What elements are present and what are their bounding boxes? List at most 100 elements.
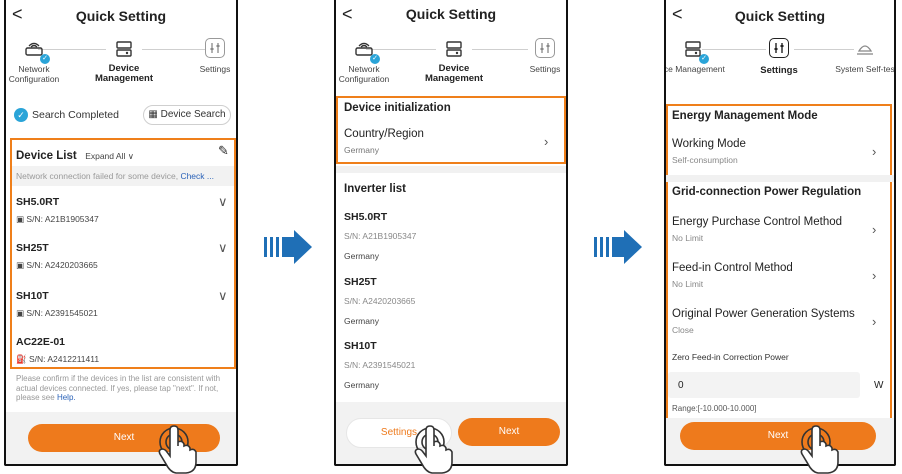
section-title: Device initialization — [344, 102, 451, 114]
header: < Quick Setting — [336, 0, 566, 34]
list-item[interactable]: SH5.0RT ▣ S/N: A21B1905347 — [16, 196, 99, 225]
list-item[interactable]: SH10T ▣ S/N: A2391545021 — [16, 290, 98, 319]
router-icon: ✓ — [353, 38, 380, 64]
divider — [666, 175, 894, 182]
step-label: Network Configuration — [338, 64, 390, 84]
sn-icon: ▣ — [16, 308, 25, 318]
phone-screen-device-initialization: < Quick Setting ✓ Network Configuration … — [334, 0, 568, 466]
sliders-icon — [769, 38, 789, 58]
step-label: Device Management — [94, 63, 154, 84]
feedin-control-value: No Limit — [672, 279, 704, 289]
list-item: SH5.0RT S/N: A21B1905347 Germany — [344, 211, 416, 261]
device-name: AC22E-01 — [16, 336, 66, 348]
range-hint: Range:[-10.000-10.000] — [672, 404, 757, 413]
sn-icon: ▣ — [16, 214, 25, 224]
chevron-down-icon[interactable]: ∨ — [218, 240, 228, 256]
device-name: SH10T — [16, 290, 49, 302]
page-title: Quick Setting — [75, 8, 167, 24]
right-arrow-icon — [594, 230, 642, 264]
section-title: Energy Management Mode — [672, 110, 818, 122]
step-label: System Self-tes — [835, 64, 895, 74]
inverter-name: SH25T — [344, 276, 377, 288]
warning-text: Network connection failed for some devic… — [16, 171, 214, 181]
device-sn: S/N: A2412211411 — [28, 354, 100, 364]
step-network-configuration: ✓ Network Configuration — [6, 38, 62, 84]
step-device-management: Device Management — [420, 38, 488, 84]
zero-feedin-label: Zero Feed-in Correction Power — [672, 352, 789, 362]
device-sn: S/N: A21B1905347 — [26, 214, 99, 224]
chevron-right-icon[interactable]: › — [544, 134, 548, 149]
self-test-icon — [854, 38, 876, 60]
step-label: Settings — [199, 64, 231, 74]
chevron-down-icon: ∨ — [127, 151, 134, 161]
next-button[interactable]: Next — [458, 418, 560, 446]
country-region-label[interactable]: Country/Region — [344, 128, 424, 140]
check-link[interactable]: Check ... — [180, 171, 214, 181]
inverter-name: SH5.0RT — [344, 211, 388, 223]
right-arrow-icon — [264, 230, 312, 264]
page-title: Quick Setting — [734, 8, 826, 24]
original-power-value: Close — [672, 325, 694, 335]
device-search-label: Device Search — [160, 109, 226, 120]
step-label: Network Configuration — [8, 64, 60, 84]
expand-all-toggle[interactable]: Expand All ∨ — [85, 151, 134, 161]
list-item[interactable]: AC22E-01 ⛽ S/N: A2412211411 — [16, 336, 99, 365]
working-mode-value: Self-consumption — [672, 155, 738, 165]
charger-icon: ⛽ — [16, 354, 27, 364]
list-item: SH10T S/N: A2391545021 Germany — [344, 340, 415, 390]
device-icon — [113, 38, 135, 60]
edit-icon[interactable]: ✎ — [218, 143, 229, 159]
inverter-name: SH10T — [344, 340, 377, 352]
tap-hand-icon — [800, 425, 839, 474]
sliders-icon — [535, 38, 555, 58]
feedin-control-label[interactable]: Feed-in Control Method — [672, 262, 793, 274]
unit-label: W — [874, 380, 884, 391]
section-title: Grid-connection Power Regulation — [672, 186, 862, 198]
inverter-country: Germany — [344, 380, 379, 390]
chevron-right-icon[interactable]: › — [872, 268, 876, 283]
inverter-country: Germany — [344, 251, 379, 261]
sliders-icon — [205, 38, 225, 58]
step-device-management: Device Management — [90, 38, 158, 84]
check-icon: ✓ — [370, 54, 380, 64]
step-system-self-test: System Self-tes — [834, 38, 895, 74]
chevron-down-icon[interactable]: ∨ — [218, 194, 228, 210]
header: < Quick Setting — [6, 0, 236, 34]
inverter-country: Germany — [344, 316, 379, 326]
device-sn: S/N: A2420203665 — [26, 260, 98, 270]
working-mode-label[interactable]: Working Mode — [672, 138, 746, 150]
purchase-control-value: No Limit — [672, 233, 704, 243]
phone-screen-settings: < Quick Setting ✓ ice Management Setting… — [664, 0, 896, 466]
original-power-label[interactable]: Original Power Generation Systems — [672, 308, 855, 320]
step-network-configuration: ✓ Network Configuration — [336, 38, 392, 84]
tap-hand-icon — [158, 425, 197, 474]
device-list-title: Device List — [16, 150, 77, 162]
list-item[interactable]: SH25T ▣ S/N: A2420203665 — [16, 242, 98, 271]
device-icon — [443, 38, 465, 60]
step-label: Settings — [760, 65, 798, 76]
check-icon: ✓ — [40, 54, 50, 64]
chevron-right-icon[interactable]: › — [872, 314, 876, 329]
step-label: Device Management — [424, 63, 484, 84]
device-search-button[interactable]: ▦ Device Search — [143, 105, 231, 125]
inverter-sn: S/N: A21B1905347 — [344, 231, 417, 241]
purchase-control-label[interactable]: Energy Purchase Control Method — [672, 216, 842, 228]
step-label: ice Management — [664, 64, 725, 74]
tap-hand-icon — [414, 425, 453, 474]
chevron-down-icon[interactable]: ∨ — [218, 288, 228, 304]
help-link[interactable]: Help. — [57, 393, 76, 402]
page-title: Quick Setting — [405, 6, 497, 22]
chevron-right-icon[interactable]: › — [872, 222, 876, 237]
zero-feedin-value: 0 — [678, 380, 684, 391]
device-sn: S/N: A2391545021 — [26, 308, 98, 318]
step-label: Settings — [529, 64, 561, 74]
chevron-right-icon[interactable]: › — [872, 144, 876, 159]
step-settings: Settings — [192, 38, 236, 74]
step-settings: Settings — [522, 38, 566, 74]
divider — [336, 166, 566, 173]
section-title: Inverter list — [344, 183, 406, 195]
router-icon: ✓ — [23, 38, 50, 64]
device-icon: ✓ — [682, 38, 709, 64]
check-circle-icon: ✓ — [14, 108, 28, 122]
zero-feedin-input[interactable]: 0 — [668, 372, 860, 398]
